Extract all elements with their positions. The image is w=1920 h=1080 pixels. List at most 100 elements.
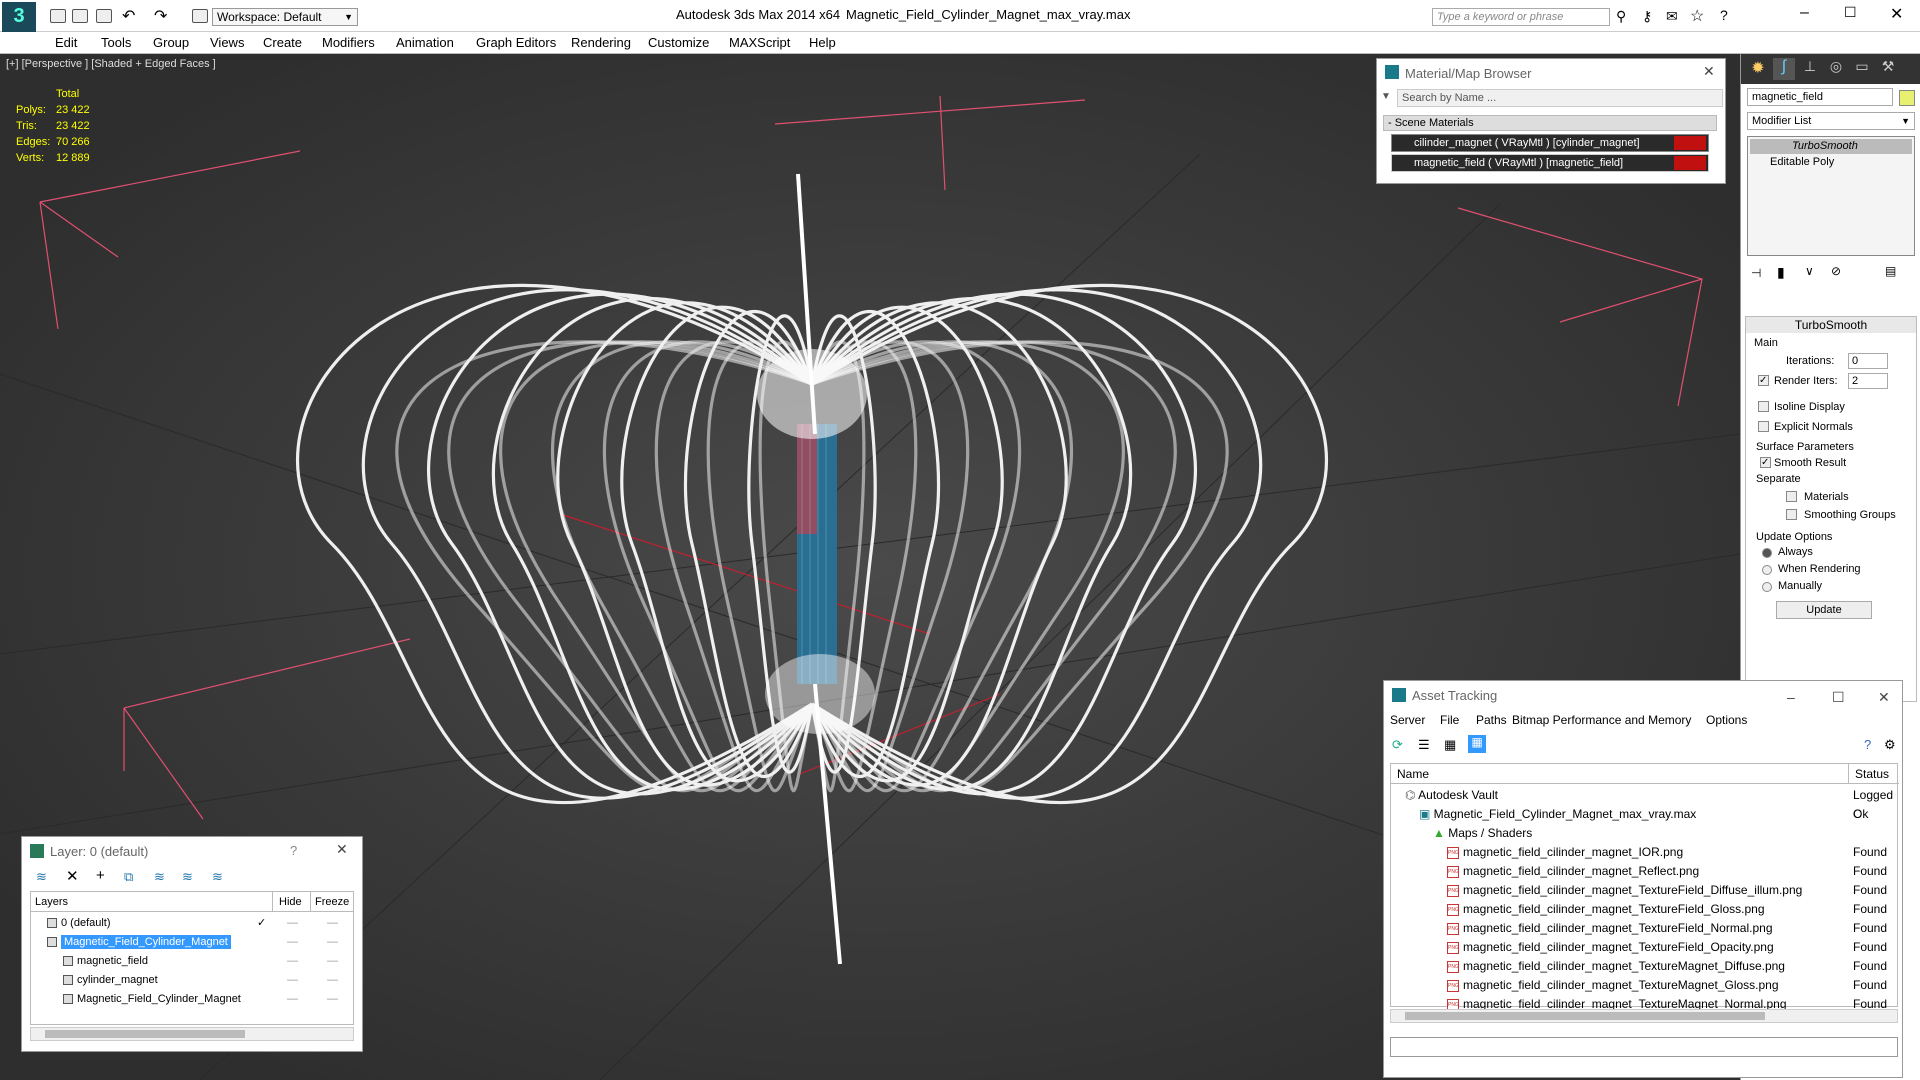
search-options-icon[interactable]: ▼ <box>1381 91 1391 102</box>
make-unique-icon[interactable]: ∨ <box>1805 264 1814 278</box>
delete-layer-icon[interactable]: ✕ <box>66 867 79 885</box>
modifier-list-dropdown[interactable]: Modifier List ▼ <box>1747 112 1915 130</box>
undo-icon[interactable]: ↶ <box>122 6 135 26</box>
layer-row[interactable]: magnetic_field — — <box>31 952 353 971</box>
thumbnail-view-icon[interactable]: ▦ <box>1444 737 1456 753</box>
material-item-cilinder-magnet[interactable]: cilinder_magnet ( VRayMtl ) [cylinder_ma… <box>1391 134 1709 152</box>
search-input[interactable]: Type a keyword or phrase <box>1432 8 1610 26</box>
utilities-tab-icon[interactable]: ⚒ <box>1877 58 1899 80</box>
create-tab-icon[interactable]: ✹ <box>1747 58 1769 80</box>
scrollbar-thumb[interactable] <box>45 1030 245 1038</box>
add-to-layer-icon[interactable]: + <box>96 867 105 884</box>
redo-icon[interactable]: ↷ <box>154 6 167 26</box>
configure-sets-icon[interactable]: ▤ <box>1885 264 1896 278</box>
active-layer-check-icon[interactable]: ✓ <box>257 914 266 933</box>
select-layer-objects-icon[interactable]: ⧉ <box>124 869 133 885</box>
materials-checkbox[interactable] <box>1786 491 1797 502</box>
freeze-all-layers-icon[interactable]: ≋ <box>212 869 223 885</box>
magnet-cylinder[interactable] <box>797 424 837 684</box>
menu-maxscript[interactable]: MAXScript <box>729 35 790 50</box>
asset-row[interactable]: PNG magnetic_field_cilinder_magnet_Textur… <box>1391 976 1849 995</box>
hide-toggle[interactable]: — <box>287 990 298 1009</box>
freeze-toggle[interactable]: — <box>327 990 338 1009</box>
menu-animation[interactable]: Animation <box>396 35 454 50</box>
asset-row[interactable]: PNG magnetic_field_cilinder_magnet_IOR.pn… <box>1391 843 1849 862</box>
favorites-icon[interactable]: ☆ <box>1690 6 1704 26</box>
column-header-hide[interactable]: Hide <box>273 892 311 912</box>
menu-tools[interactable]: Tools <box>101 35 131 50</box>
update-button[interactable]: Update <box>1776 601 1872 619</box>
layer-close-icon[interactable]: ✕ <box>336 841 348 858</box>
menu-customize[interactable]: Customize <box>648 35 709 50</box>
minimize-icon[interactable]: – <box>1800 4 1809 22</box>
asset-close-icon[interactable]: ✕ <box>1878 689 1890 706</box>
new-file-icon[interactable] <box>50 9 66 23</box>
column-header-layers[interactable]: Layers <box>31 892 273 912</box>
object-name-input[interactable]: magnetic_field <box>1747 88 1893 106</box>
asset-row[interactable]: ▲ Maps / Shaders <box>1391 824 1849 843</box>
layer-row[interactable]: Magnetic_Field_Cylinder_Magnet — — <box>31 990 353 1009</box>
smooth-result-checkbox[interactable]: ✓ <box>1760 457 1771 468</box>
display-tab-icon[interactable]: ▭ <box>1851 58 1873 80</box>
layer-help-icon[interactable]: ? <box>290 843 297 858</box>
scene-materials-header[interactable]: - Scene Materials <box>1383 115 1717 131</box>
open-file-icon[interactable] <box>72 9 88 23</box>
asset-row[interactable]: ⌬ Autodesk Vault <box>1391 786 1849 805</box>
always-radio[interactable] <box>1762 548 1772 558</box>
hide-toggle[interactable]: — <box>287 933 298 952</box>
layer-hscrollbar[interactable] <box>30 1027 354 1041</box>
menu-graph-editors[interactable]: Graph Editors <box>476 35 556 50</box>
show-end-result-icon[interactable]: ▮ <box>1777 264 1785 281</box>
pin-stack-icon[interactable]: ⊣ <box>1751 266 1761 280</box>
asset-row[interactable]: ▣ Magnetic_Field_Cylinder_Magnet_max_vra… <box>1391 805 1849 824</box>
maximize-icon[interactable]: ☐ <box>1844 4 1857 21</box>
asset-maximize-icon[interactable]: ☐ <box>1832 689 1845 706</box>
list-view-icon[interactable]: ☰ <box>1418 737 1430 753</box>
save-file-icon[interactable] <box>96 9 112 23</box>
when-rendering-radio[interactable] <box>1762 565 1772 575</box>
asset-row[interactable]: PNG magnetic_field_cilinder_magnet_Textur… <box>1391 881 1849 900</box>
communication-icon[interactable]: ✉ <box>1666 8 1678 25</box>
modify-tab-icon[interactable]: ∫ <box>1773 58 1795 80</box>
menu-modifiers[interactable]: Modifiers <box>322 35 375 50</box>
asset-menu-server[interactable]: Server <box>1390 713 1425 727</box>
layer-row[interactable]: cylinder_magnet — — <box>31 971 353 990</box>
freeze-toggle[interactable]: — <box>327 971 338 990</box>
hide-toggle[interactable]: — <box>287 952 298 971</box>
asset-row[interactable]: PNG magnetic_field_cilinder_magnet_Reflec… <box>1391 862 1849 881</box>
freeze-toggle[interactable]: — <box>327 952 338 971</box>
column-header-status[interactable]: Status <box>1849 764 1899 784</box>
hide-all-layers-icon[interactable]: ≋ <box>182 869 193 885</box>
asset-menu-paths[interactable]: Paths <box>1476 713 1507 727</box>
menu-group[interactable]: Group <box>153 35 189 50</box>
render-iters-checkbox[interactable]: ✓ <box>1758 375 1769 386</box>
project-folder-icon[interactable] <box>192 9 208 23</box>
close-icon[interactable]: ✕ <box>1890 4 1903 24</box>
material-item-magnetic-field[interactable]: magnetic_field ( VRayMtl ) [magnetic_fie… <box>1391 154 1709 172</box>
layer-row[interactable]: Magnetic_Field_Cylinder_Magnet — — <box>31 933 353 952</box>
hide-toggle[interactable]: — <box>287 971 298 990</box>
rollout-header[interactable]: TurboSmooth <box>1746 317 1916 333</box>
asset-path-field[interactable] <box>1390 1037 1898 1057</box>
iterations-spinner[interactable]: 0 <box>1848 353 1888 369</box>
new-layer-icon[interactable]: ≋ <box>36 869 47 885</box>
app-logo-icon[interactable]: 3 <box>2 2 36 32</box>
scrollbar-thumb[interactable] <box>1405 1012 1765 1020</box>
menu-rendering[interactable]: Rendering <box>571 35 631 50</box>
freeze-toggle[interactable]: — <box>327 933 338 952</box>
material-search-input[interactable]: Search by Name ... <box>1397 89 1723 107</box>
stack-item-editable-poly[interactable]: Editable Poly <box>1750 155 1912 170</box>
isoline-display-checkbox[interactable] <box>1758 401 1769 412</box>
asset-settings-icon[interactable]: ⚙ <box>1884 737 1896 753</box>
remove-modifier-icon[interactable]: ⊘ <box>1831 264 1841 278</box>
help-icon[interactable]: ? <box>1720 7 1728 23</box>
stack-item-turbosmooth[interactable]: TurboSmooth <box>1750 139 1912 154</box>
asset-menu-options[interactable]: Options <box>1706 713 1747 727</box>
column-header-name[interactable]: Name <box>1391 764 1849 784</box>
subscription-icon[interactable]: ⚷ <box>1642 8 1652 25</box>
asset-row[interactable]: PNG magnetic_field_cilinder_magnet_Textur… <box>1391 919 1849 938</box>
motion-tab-icon[interactable]: ◎ <box>1825 58 1847 80</box>
explicit-normals-checkbox[interactable] <box>1758 421 1769 432</box>
menu-create[interactable]: Create <box>263 35 302 50</box>
asset-menu-file[interactable]: File <box>1440 713 1459 727</box>
